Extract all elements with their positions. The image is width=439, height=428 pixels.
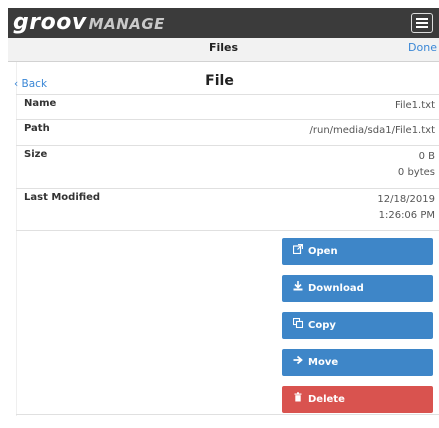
detail-row-size: Size 0 B 0 bytes xyxy=(16,146,439,189)
last-modified-value: 12/18/2019 1:26:06 PM xyxy=(377,192,435,224)
done-button[interactable]: Done xyxy=(408,41,437,54)
page-title: File xyxy=(205,73,234,89)
copy-label: Copy xyxy=(308,320,336,331)
size-value-bytes-short: 0 B xyxy=(418,151,435,162)
delete-button[interactable]: Delete xyxy=(282,386,433,413)
top-bar: groov MANAGE xyxy=(8,8,439,38)
move-button[interactable]: Move xyxy=(282,349,433,376)
open-button[interactable]: Open xyxy=(282,238,433,265)
delete-label: Delete xyxy=(308,394,345,405)
arrow-right-icon xyxy=(292,349,304,376)
file-actions: Open Download Copy Move Delete xyxy=(16,231,439,415)
copy-button[interactable]: Copy xyxy=(282,312,433,339)
open-label: Open xyxy=(308,246,338,257)
name-label: Name xyxy=(24,98,57,109)
size-value: 0 B 0 bytes xyxy=(398,149,435,181)
last-modified-date: 12/18/2019 xyxy=(377,194,435,205)
last-modified-label: Last Modified xyxy=(24,192,101,203)
detail-row-name: Name File1.txt xyxy=(16,94,439,120)
copy-icon xyxy=(292,312,304,339)
path-value: /run/media/sda1/File1.txt xyxy=(309,125,436,136)
nav-title: Files xyxy=(208,41,239,54)
logo-manage-text: MANAGE xyxy=(88,15,165,33)
detail-row-path: Path /run/media/sda1/File1.txt xyxy=(16,120,439,146)
nav-header: Files Done xyxy=(8,38,439,62)
download-button[interactable]: Download xyxy=(282,275,433,302)
download-label: Download xyxy=(308,283,364,294)
download-icon xyxy=(292,275,304,302)
move-label: Move xyxy=(308,357,339,368)
external-link-icon xyxy=(292,238,304,265)
size-label: Size xyxy=(24,149,48,160)
groov-manage-logo: groov MANAGE xyxy=(13,8,165,38)
trash-icon xyxy=(292,386,304,413)
last-modified-time: 1:26:06 PM xyxy=(378,210,435,221)
hamburger-menu-icon[interactable] xyxy=(411,13,433,33)
size-value-bytes-long: 0 bytes xyxy=(397,167,435,178)
path-label: Path xyxy=(24,123,50,134)
name-value: File1.txt xyxy=(394,100,435,111)
logo-groov-text: groov xyxy=(13,10,87,35)
detail-row-last-modified: Last Modified 12/18/2019 1:26:06 PM xyxy=(16,189,439,231)
